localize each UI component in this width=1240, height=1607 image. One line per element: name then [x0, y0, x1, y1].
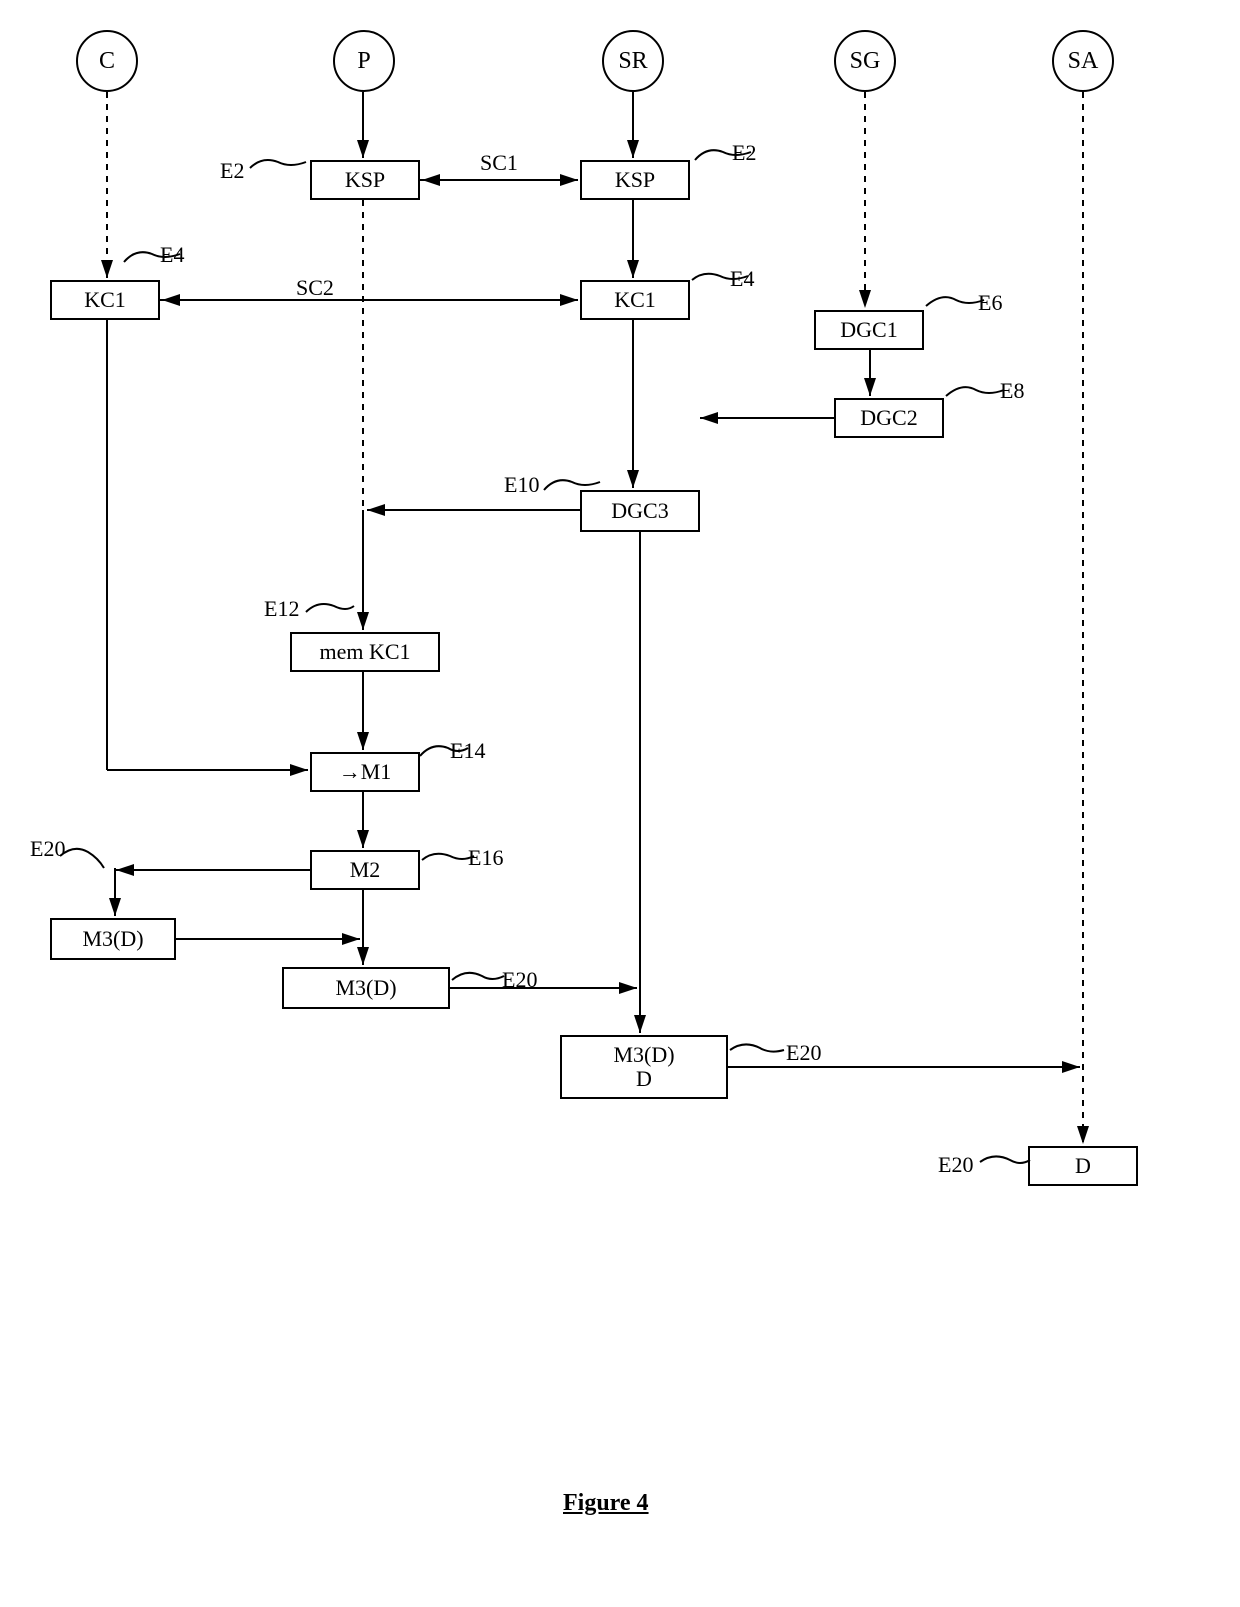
box-m3d-p: M3(D)	[282, 967, 450, 1009]
box-m1: →M1	[310, 752, 420, 792]
circle-p: P	[333, 30, 395, 92]
label-e4-r: E4	[730, 266, 754, 292]
box-d-label: D	[1075, 1154, 1091, 1178]
box-d: D	[1028, 1146, 1138, 1186]
label-e20-b: E20	[938, 1152, 973, 1178]
box-ksp-sr-label: KSP	[615, 168, 655, 192]
box-m3d-c-label: M3(D)	[82, 927, 143, 951]
box-ksp-p-label: KSP	[345, 168, 385, 192]
box-m1-label: →M1	[339, 760, 392, 784]
box-kc1-c: KC1	[50, 280, 160, 320]
label-e6: E6	[978, 290, 1002, 316]
circle-sa: SA	[1052, 30, 1114, 92]
circle-sg-label: SG	[850, 48, 881, 75]
circle-sa-label: SA	[1068, 48, 1099, 75]
box-ksp-p: KSP	[310, 160, 420, 200]
circle-sr: SR	[602, 30, 664, 92]
box-m3d-p-label: M3(D)	[335, 976, 396, 1000]
connectors	[0, 0, 1240, 1607]
box-m3d-d: M3(D) D	[560, 1035, 728, 1099]
label-sc2: SC2	[296, 275, 334, 301]
box-memkc1-label: mem KC1	[319, 640, 410, 664]
circle-c: C	[76, 30, 138, 92]
box-kc1-sr: KC1	[580, 280, 690, 320]
box-dgc1: DGC1	[814, 310, 924, 350]
label-e10: E10	[504, 472, 539, 498]
label-e2-l: E2	[220, 158, 244, 184]
circle-sg: SG	[834, 30, 896, 92]
box-m3d-c: M3(D)	[50, 918, 176, 960]
label-e12: E12	[264, 596, 299, 622]
label-e16: E16	[468, 845, 503, 871]
label-e20-l: E20	[30, 836, 65, 862]
label-sc1: SC1	[480, 150, 518, 176]
box-m2: M2	[310, 850, 420, 890]
figure-caption: Figure 4	[563, 1490, 649, 1517]
box-ksp-sr: KSP	[580, 160, 690, 200]
box-m2-label: M2	[350, 858, 381, 882]
label-e20-r: E20	[786, 1040, 821, 1066]
box-dgc3: DGC3	[580, 490, 700, 532]
label-e2-r: E2	[732, 140, 756, 166]
circle-sr-label: SR	[618, 48, 647, 75]
box-kc1-c-label: KC1	[84, 288, 126, 312]
box-m3d-d-label: M3(D) D	[613, 1043, 674, 1091]
box-kc1-sr-label: KC1	[614, 288, 656, 312]
label-e4-l: E4	[160, 242, 184, 268]
box-dgc1-label: DGC1	[840, 318, 897, 342]
circle-p-label: P	[357, 48, 370, 75]
box-dgc2-label: DGC2	[860, 406, 917, 430]
label-e14: E14	[450, 738, 485, 764]
label-e8: E8	[1000, 378, 1024, 404]
box-memkc1: mem KC1	[290, 632, 440, 672]
box-dgc3-label: DGC3	[611, 499, 668, 523]
circle-c-label: C	[99, 48, 115, 75]
box-dgc2: DGC2	[834, 398, 944, 438]
label-e20-m: E20	[502, 967, 537, 993]
